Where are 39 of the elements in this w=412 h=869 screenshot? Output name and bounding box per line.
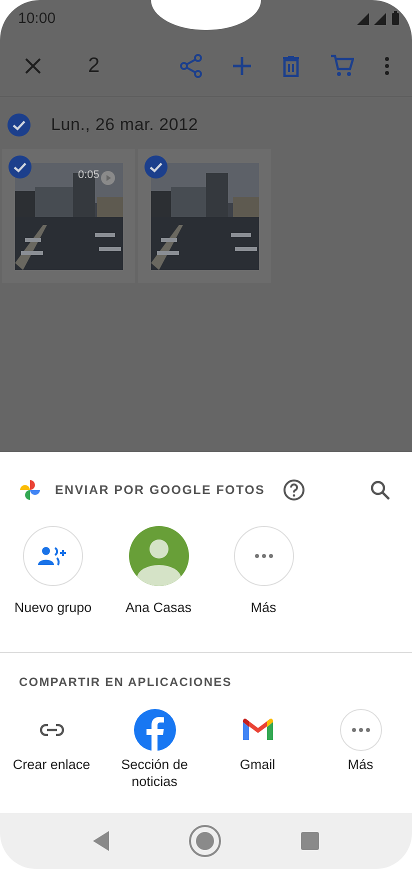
video-duration: 0:05: [78, 169, 100, 181]
contact-label: Más: [250, 600, 276, 615]
more-options-icon[interactable]: [384, 56, 390, 76]
ellipsis-icon: [254, 554, 272, 558]
share-icon[interactable]: [180, 54, 202, 78]
search-icon[interactable]: [370, 480, 390, 500]
link-icon[interactable]: [40, 724, 64, 736]
checkbox[interactable]: [144, 155, 168, 179]
new-group-button[interactable]: [23, 526, 83, 586]
close-icon[interactable]: [24, 57, 42, 75]
media-tile[interactable]: 0:05: [2, 149, 135, 283]
app-label: Crear enlace: [12, 757, 90, 774]
contact-label: Nuevo grupo: [14, 600, 92, 615]
section-title: COMPARTIR EN APLICACIONES: [18, 674, 233, 689]
media-tile[interactable]: [138, 149, 271, 283]
sheet-title: ENVIAR POR GOOGLE FOTOS: [55, 483, 266, 497]
contact-label: Ana Casas: [125, 600, 192, 615]
app-label: Sección de noticias: [120, 757, 189, 791]
app-label: Más: [348, 757, 374, 774]
back-icon[interactable]: [93, 831, 109, 851]
pinwheel-logo: [19, 479, 41, 501]
add-icon[interactable]: [232, 56, 252, 76]
selection-count: 2: [88, 54, 100, 78]
facebook-logo[interactable]: [134, 709, 176, 751]
app-label: Gmail: [240, 757, 276, 774]
help-icon[interactable]: [283, 479, 306, 501]
play-icon: [101, 171, 115, 185]
more-button[interactable]: [340, 709, 382, 751]
add-people-icon: [38, 546, 68, 566]
status-icons: [356, 10, 402, 26]
home-icon[interactable]: [189, 825, 221, 857]
status-time: 10:00: [18, 10, 56, 26]
ellipsis-icon: [352, 728, 370, 732]
date-label: Lun., 26 mar. 2012: [51, 115, 198, 135]
checkbox[interactable]: [7, 113, 31, 137]
mail-logo[interactable]: [242, 718, 272, 742]
trash-icon[interactable]: [282, 56, 300, 76]
checkbox[interactable]: [8, 155, 32, 179]
cart-icon[interactable]: [330, 54, 354, 78]
